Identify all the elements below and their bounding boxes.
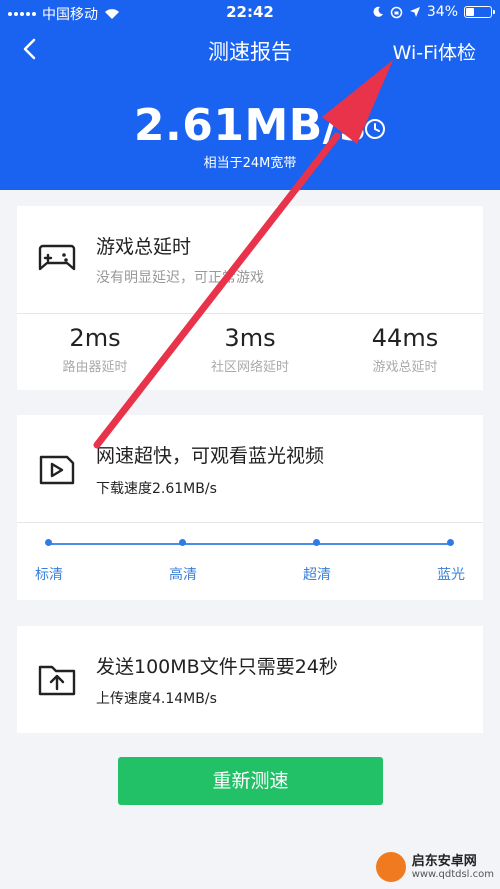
quality-label-hd: 高清: [169, 567, 197, 583]
metric-community-latency: 3ms 社区网络延时: [175, 324, 325, 375]
quality-dot: [179, 539, 186, 546]
quality-label-sd: 标清: [35, 567, 63, 583]
status-bar: 中国移动 22:42 34%: [0, 0, 500, 26]
metric-router-latency: 2ms 路由器延时: [20, 324, 170, 375]
upload-card: 发送100MB文件只需要24秒 上传速度4.14MB/s: [17, 626, 483, 733]
speed-result: 2.61MB/s: [0, 100, 500, 151]
speed-value: 2.61MB/s: [133, 100, 367, 151]
game-latency-card: 游戏总延时 没有明显延迟，可正常游戏 2ms 路由器延时 3ms 社区网络延时 …: [17, 206, 483, 390]
quality-dot: [45, 539, 52, 546]
watermark-url: www.qdtdsl.com: [411, 868, 494, 880]
battery-percent: 34%: [426, 4, 458, 20]
quality-dot: [447, 539, 454, 546]
location-icon: [409, 7, 420, 17]
wifi-check-link[interactable]: Wi-Fi体检: [393, 38, 476, 65]
nav-bar: 测速报告 Wi-Fi体检: [0, 28, 500, 74]
quality-track: [49, 543, 451, 545]
quality-label-fhd: 超清: [303, 567, 331, 583]
watermark: 启东安卓网 www.qdtdsl.com: [375, 852, 494, 882]
quality-label-bluray: 蓝光: [437, 567, 465, 583]
upload-speed: 上传速度4.14MB/s: [96, 691, 217, 707]
metric-value: 44ms: [371, 324, 439, 352]
game-latency-subtitle: 没有明显延迟，可正常游戏: [96, 270, 264, 286]
video-quality-title: 网速超快，可观看蓝光视频: [96, 445, 325, 467]
game-latency-title: 游戏总延时: [96, 236, 192, 258]
divider: [17, 522, 483, 523]
video-play-icon: [39, 455, 75, 485]
upload-title: 发送100MB文件只需要24秒: [96, 656, 338, 678]
retest-button[interactable]: 重新测速: [118, 757, 383, 805]
metric-game-latency: 44ms 游戏总延时: [330, 324, 480, 375]
metric-label: 游戏总延时: [372, 360, 438, 375]
folder-upload-icon: [38, 665, 76, 696]
rotation-lock-icon: [390, 6, 403, 18]
moon-icon: [373, 6, 383, 17]
status-right: 34%: [372, 4, 495, 20]
metric-label: 社区网络延时: [210, 360, 289, 375]
metric-value: 3ms: [224, 324, 276, 352]
quality-dot: [313, 539, 320, 546]
speed-equivalent: 相当于24M宽带: [203, 156, 297, 171]
video-quality-card: 网速超快，可观看蓝光视频 下载速度2.61MB/s 标清 高清 超清 蓝光: [17, 415, 483, 600]
download-speed: 下载速度2.61MB/s: [96, 481, 217, 497]
history-clock-icon[interactable]: [363, 117, 387, 141]
divider: [17, 313, 483, 314]
header: 中国移动 22:42 34% 测速报告 Wi-Fi体检 2.61MB/s 相当于…: [0, 0, 500, 190]
battery-fill: [466, 8, 474, 16]
battery-icon: [464, 6, 495, 18]
watermark-name: 启东安卓网: [411, 853, 477, 869]
watermark-text: 启东安卓网 www.qdtdsl.com: [411, 853, 494, 880]
watermark-logo-icon: [375, 852, 406, 882]
metric-value: 2ms: [69, 324, 121, 352]
metric-label: 路由器延时: [62, 360, 128, 375]
gamepad-icon: [38, 244, 76, 271]
